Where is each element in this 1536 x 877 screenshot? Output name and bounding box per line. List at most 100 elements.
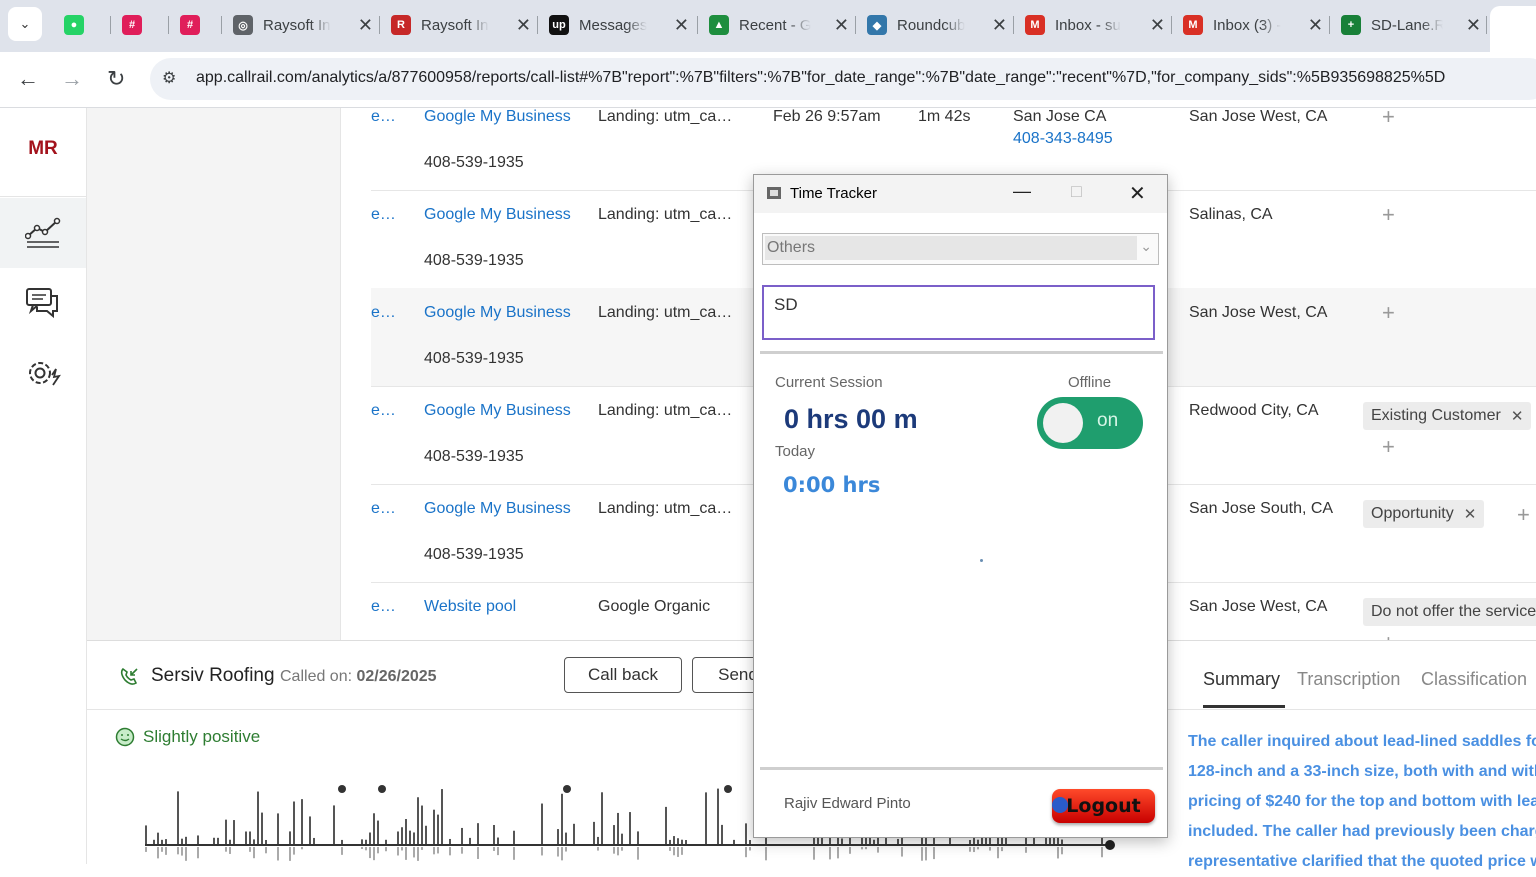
remove-tag-icon[interactable]: ✕	[1464, 505, 1477, 523]
tab-0[interactable]: ●	[64, 8, 98, 42]
tracking-source-link[interactable]: Google My Business	[424, 402, 571, 420]
logout-label: Logout	[1066, 795, 1141, 817]
row-truncated-cell[interactable]: e…	[371, 500, 396, 518]
tab-4[interactable]: R Raysoft In ✕	[391, 8, 531, 42]
tab-summary[interactable]: Summary	[1203, 669, 1280, 690]
tab-1[interactable]: #	[122, 8, 156, 42]
row-truncated-cell[interactable]: e…	[371, 402, 396, 420]
summary-line: pricing of $240 for the top and bottom w…	[1188, 793, 1536, 810]
waveform-bar	[873, 839, 875, 844]
tracking-source-link[interactable]: Google My Business	[424, 304, 571, 322]
waveform-bar	[561, 793, 563, 844]
remove-tag-icon[interactable]: ✕	[1511, 407, 1524, 425]
tab-separator	[537, 16, 538, 34]
waveform-bar	[377, 847, 379, 854]
tab-close-icon[interactable]: ✕	[674, 15, 689, 36]
tracking-source-link[interactable]: Google My Business	[424, 206, 571, 224]
tab-7[interactable]: ◆ Roundcub ✕	[867, 8, 1007, 42]
tab-close-icon[interactable]: ✕	[992, 15, 1007, 36]
address-bar[interactable]: ⚙ app.callrail.com/analytics/a/877600958…	[150, 58, 1536, 100]
waveform-bar	[1001, 847, 1003, 852]
tab-close-icon[interactable]: ✕	[834, 15, 849, 36]
upwork-icon: up	[549, 15, 569, 35]
add-tag-button[interactable]: +	[1382, 434, 1395, 460]
tab-search-button[interactable]: ⌄	[8, 7, 42, 41]
waveform-bar	[621, 833, 623, 844]
waveform-bar	[745, 847, 747, 858]
caller-phone-link[interactable]: 408-343-8495	[1013, 130, 1113, 148]
tab-transcription[interactable]: Transcription	[1297, 669, 1400, 690]
add-tag-button[interactable]: +	[1382, 202, 1395, 228]
sidebar-item-settings[interactable]	[0, 338, 86, 408]
waveform-bar	[925, 837, 927, 844]
project-select[interactable]: Others ⌄	[762, 233, 1159, 265]
waveform-bar	[665, 806, 667, 844]
row-truncated-cell[interactable]: e…	[371, 206, 396, 224]
window-titlebar[interactable]: Time Tracker — □ ✕	[754, 175, 1167, 213]
playhead-handle[interactable]	[1105, 840, 1115, 850]
tracking-source-link[interactable]: Google My Business	[424, 500, 571, 518]
waveform-marker[interactable]	[563, 785, 571, 793]
forward-button[interactable]: →	[61, 66, 83, 92]
waveform-bar	[629, 812, 631, 844]
tab-3[interactable]: ◎ Raysoft In ✕	[233, 8, 373, 42]
google-drive-icon: ▲	[709, 15, 729, 35]
waveform-bar	[829, 847, 831, 860]
row-truncated-cell[interactable]: e…	[371, 598, 396, 616]
tab-classification[interactable]: Classification	[1421, 669, 1527, 690]
row-truncated-cell[interactable]: e…	[371, 304, 396, 322]
add-tag-button[interactable]: +	[1382, 630, 1395, 640]
tab-2[interactable]: #	[180, 8, 214, 42]
waveform-marker[interactable]	[338, 785, 346, 793]
account-avatar[interactable]: MR	[0, 138, 86, 160]
window-title: Time Tracker	[790, 185, 877, 202]
add-tag-button[interactable]: +	[1382, 108, 1395, 130]
tab-10[interactable]: + SD-Lane.R ✕	[1341, 8, 1481, 42]
sidebar-item-messages[interactable]	[0, 268, 86, 338]
tracking-source-link[interactable]: Google My Business	[424, 108, 571, 126]
waveform-marker[interactable]	[724, 785, 732, 793]
waveform-bar	[673, 847, 675, 856]
location: San Jose West, CA	[1189, 598, 1328, 615]
tab-active[interactable]	[1490, 6, 1536, 52]
tab-close-icon[interactable]: ✕	[1466, 15, 1481, 36]
waveform-bar	[497, 847, 499, 856]
waveform-marker[interactable]	[378, 785, 386, 793]
waveform-bar	[997, 847, 999, 859]
waveform-bar	[309, 816, 311, 844]
landing-source: Landing: utm_ca…	[598, 206, 733, 223]
back-button[interactable]: ←	[17, 66, 39, 92]
tab-close-icon[interactable]: ✕	[516, 15, 531, 36]
reload-button[interactable]: ↻	[107, 66, 125, 92]
tab-close-icon[interactable]: ✕	[358, 15, 373, 36]
waveform-bar	[1061, 839, 1063, 844]
row-truncated-cell[interactable]: e…	[371, 108, 396, 126]
waveform-bar	[385, 847, 387, 852]
call-duration: 1m 42s	[918, 108, 971, 125]
close-button[interactable]: ✕	[1129, 181, 1146, 206]
logout-button[interactable]: Logout	[1052, 789, 1155, 823]
waveform-bar	[765, 847, 767, 861]
summary-line: 128-inch and a 33-inch size, both with a…	[1188, 763, 1536, 780]
maximize-button[interactable]: □	[1071, 181, 1082, 202]
site-info-icon[interactable]: ⚙	[162, 68, 184, 90]
tracking-source-link[interactable]: Website pool	[424, 598, 516, 616]
online-toggle[interactable]: on	[1037, 397, 1143, 449]
call-back-button[interactable]: Call back	[564, 657, 682, 693]
url-text[interactable]: app.callrail.com/analytics/a/877600958/r…	[196, 69, 1445, 87]
sentiment-label: Slightly positive	[143, 727, 261, 746]
tab-5[interactable]: up Messages ✕	[549, 8, 689, 42]
tab-9[interactable]: M Inbox (3) - ✕	[1183, 8, 1323, 42]
sidebar-item-analytics[interactable]	[0, 198, 86, 268]
minimize-button[interactable]: —	[1013, 181, 1031, 202]
tab-8[interactable]: M Inbox - su ✕	[1025, 8, 1165, 42]
tab-close-icon[interactable]: ✕	[1308, 15, 1323, 36]
tab-6[interactable]: ▲ Recent - G ✕	[709, 8, 849, 42]
add-tag-button[interactable]: +	[1382, 300, 1395, 326]
summary-line: included. The caller had previously been…	[1188, 823, 1536, 840]
task-input[interactable]: SD	[762, 285, 1155, 340]
waveform-bar	[617, 812, 619, 844]
add-tag-button[interactable]: +	[1517, 502, 1530, 528]
tab-close-icon[interactable]: ✕	[1150, 15, 1165, 36]
tab-separator	[379, 16, 380, 34]
